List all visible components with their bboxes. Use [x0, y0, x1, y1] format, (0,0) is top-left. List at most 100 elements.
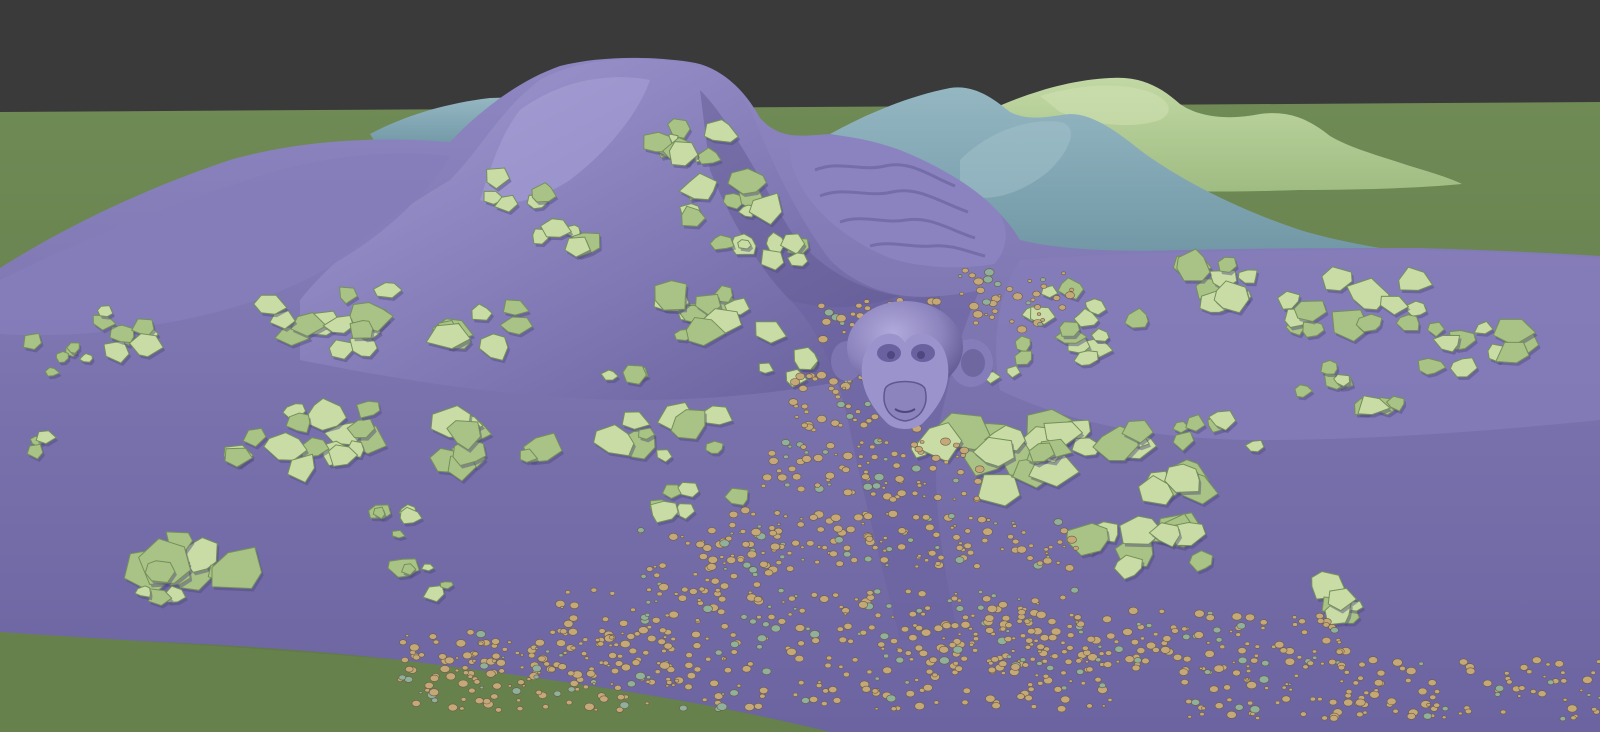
- pebble: [900, 626, 910, 633]
- pebble: [1219, 644, 1226, 650]
- pebble: [1255, 716, 1260, 720]
- pebble: [1232, 661, 1236, 664]
- pebble: [762, 621, 770, 628]
- pebble: [879, 632, 890, 640]
- pebble: [1434, 689, 1441, 694]
- pebble: [553, 690, 562, 697]
- pebble: [602, 660, 609, 666]
- pebble: [1000, 547, 1005, 551]
- pebble: [567, 686, 576, 693]
- pebble: [1232, 669, 1241, 677]
- pebble: [729, 531, 734, 536]
- pebble: [1441, 706, 1449, 712]
- pebble: [843, 488, 853, 497]
- pebble: [825, 471, 835, 480]
- pebble: [883, 653, 889, 659]
- pebble: [837, 423, 844, 428]
- pebble: [1066, 632, 1075, 639]
- pebble: [925, 668, 934, 675]
- pebble: [468, 687, 476, 694]
- pebble: [1236, 622, 1246, 630]
- pebble: [972, 310, 984, 319]
- pebble: [717, 608, 726, 615]
- pebble: [857, 463, 863, 468]
- pebble: [1036, 560, 1044, 566]
- pebble: [977, 516, 987, 524]
- pebble: [1037, 680, 1044, 686]
- pebble: [1061, 271, 1066, 276]
- pebble: [1317, 696, 1323, 702]
- pebble: [549, 629, 556, 635]
- pebble: [695, 618, 700, 623]
- pebble: [760, 551, 766, 555]
- pebble: [1542, 675, 1547, 679]
- 3d-viewport[interactable]: [0, 0, 1600, 732]
- pebble: [1298, 618, 1306, 625]
- pebble: [984, 614, 995, 622]
- pebble: [1027, 627, 1036, 635]
- pebble: [815, 682, 823, 688]
- pebble: [744, 703, 755, 711]
- pebble: [1343, 669, 1350, 675]
- pebble: [418, 691, 423, 695]
- pebble: [454, 668, 460, 673]
- pebble: [533, 674, 540, 680]
- pebble: [460, 697, 467, 702]
- pebble: [651, 616, 661, 624]
- pebble: [957, 598, 962, 603]
- pebble: [887, 510, 898, 518]
- pebble: [1024, 644, 1031, 650]
- pebble: [972, 636, 979, 642]
- pebble: [1246, 664, 1251, 668]
- pebble: [892, 462, 901, 469]
- terrain-scene[interactable]: [0, 0, 1600, 732]
- pebble: [617, 694, 625, 701]
- pebble: [730, 640, 740, 648]
- pebble: [1060, 640, 1066, 645]
- pebble: [756, 634, 767, 643]
- pebble: [728, 510, 739, 519]
- pebble: [1532, 656, 1542, 664]
- pebble: [479, 662, 489, 670]
- pebble: [1368, 656, 1378, 664]
- pebble: [1591, 707, 1598, 712]
- pebble: [1328, 658, 1337, 666]
- pebble: [954, 556, 965, 564]
- pebble: [1037, 649, 1042, 654]
- pebble: [786, 647, 797, 656]
- pebble: [973, 478, 983, 485]
- pebble: [961, 267, 969, 274]
- pebble: [740, 614, 748, 620]
- pebble: [947, 513, 956, 519]
- pebble: [534, 647, 539, 650]
- pebble: [969, 642, 974, 647]
- pebble: [1517, 694, 1522, 698]
- pebble: [568, 614, 579, 622]
- pebble: [1056, 705, 1067, 713]
- pebble: [409, 643, 420, 652]
- pebble: [872, 545, 879, 551]
- pebble: [1153, 632, 1159, 637]
- pebble: [960, 453, 966, 458]
- pebble: [904, 680, 910, 685]
- pebble: [877, 438, 883, 443]
- pebble: [949, 525, 955, 530]
- pebble: [805, 373, 813, 379]
- pebble: [1011, 649, 1016, 653]
- pebble: [811, 376, 818, 382]
- pebble: [462, 670, 469, 676]
- pebble: [720, 623, 729, 630]
- pebble: [794, 654, 804, 663]
- pebble: [1559, 716, 1567, 722]
- pebble: [1194, 609, 1205, 618]
- pebble: [705, 656, 712, 662]
- pebble: [657, 638, 666, 645]
- pebble: [671, 683, 676, 687]
- pebble: [608, 635, 615, 640]
- pebble: [569, 680, 579, 687]
- pebble: [975, 286, 985, 294]
- pebble: [472, 659, 477, 663]
- pebble: [459, 706, 465, 711]
- pebble: [706, 562, 717, 571]
- pebble: [813, 454, 824, 462]
